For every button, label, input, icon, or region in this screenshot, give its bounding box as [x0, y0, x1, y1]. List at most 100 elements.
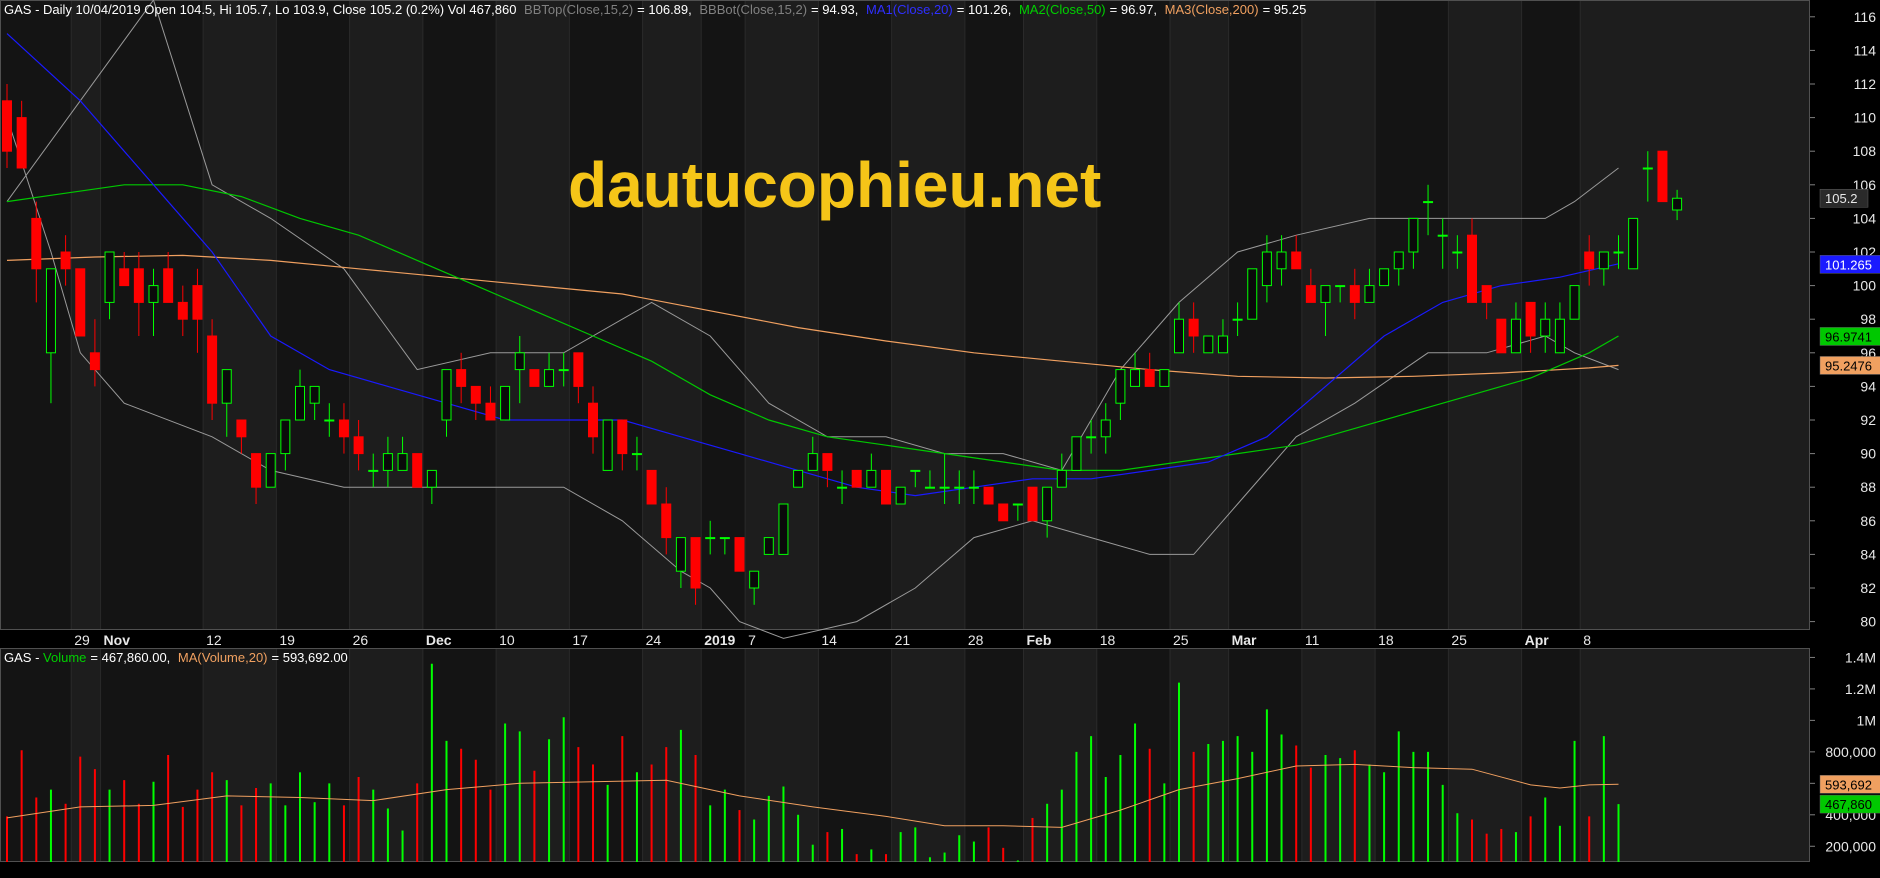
x-tick-label: 12	[206, 632, 222, 648]
candle-body	[1305, 285, 1316, 303]
candle-body	[426, 469, 437, 488]
candle-body	[236, 419, 247, 438]
price-tick-label: 84	[1860, 546, 1876, 562]
x-tick-label: 18	[1100, 632, 1116, 648]
candle-body	[544, 369, 555, 387]
value-tag-label: 467,860	[1825, 797, 1872, 812]
candle-body	[324, 419, 335, 422]
candle-body	[1598, 251, 1609, 270]
volume-value: = 467,860.00,	[90, 650, 170, 665]
ma3-label: MA3(Close,200)	[1165, 2, 1259, 17]
value-tag-label: 95.2476	[1825, 358, 1872, 373]
candle-body	[485, 402, 496, 421]
candle-body	[412, 453, 423, 488]
volume-label: Volume	[43, 650, 86, 665]
candle-body	[705, 537, 716, 540]
candle-body	[133, 268, 144, 303]
ma1-value: = 101.26,	[957, 2, 1012, 17]
candle-body	[338, 419, 349, 438]
ma2-label: MA2(Close,50)	[1019, 2, 1106, 17]
candle-body	[793, 469, 804, 488]
candle-body	[1115, 369, 1126, 404]
x-tick-label: 26	[353, 632, 369, 648]
price-tick-label: 80	[1860, 614, 1876, 630]
x-tick-label: Dec	[426, 632, 452, 648]
price-tick-label: 82	[1860, 580, 1876, 596]
panel-band	[349, 0, 423, 630]
value-tag-label: 593,692	[1825, 777, 1872, 792]
candle-body	[397, 453, 408, 471]
candle-body	[148, 285, 159, 303]
panel-band	[203, 648, 277, 862]
candle-body	[924, 486, 935, 489]
candle-body	[1335, 285, 1346, 288]
candle-body	[719, 537, 730, 540]
x-tick-label: 19	[279, 632, 295, 648]
candle-body	[89, 352, 100, 371]
candle-body	[1100, 419, 1111, 438]
x-tick-label: 29	[74, 632, 90, 648]
candle-body	[265, 453, 276, 488]
candle-body	[1056, 469, 1067, 488]
candle-body	[778, 503, 789, 555]
candle-body	[822, 453, 833, 471]
candle-body	[954, 486, 965, 489]
candle-body	[983, 486, 994, 505]
candle-body	[763, 537, 774, 555]
candle-body	[573, 352, 584, 387]
bbtop-value: = 106.89,	[637, 2, 692, 17]
candle-body	[1584, 251, 1595, 270]
price-tick-label: 90	[1860, 446, 1876, 462]
panel-band	[1301, 0, 1376, 630]
candle-body	[119, 268, 130, 287]
candle-body	[558, 369, 569, 372]
candle-body	[1467, 234, 1477, 303]
panel-band	[745, 648, 819, 862]
candle-body	[1496, 318, 1507, 354]
x-tick-label: 11	[1305, 632, 1320, 648]
candle-body	[75, 268, 86, 337]
x-tick-label: Apr	[1525, 632, 1550, 648]
candle-body	[910, 469, 921, 472]
candle-body	[1540, 318, 1551, 337]
candle-body	[1042, 486, 1053, 522]
candle-body	[2, 100, 12, 152]
candle-body	[1569, 285, 1580, 320]
panel-band	[496, 648, 570, 862]
candle-body	[1657, 150, 1668, 203]
candle-body	[31, 217, 42, 270]
x-tick-label: 28	[968, 632, 984, 648]
candle-body	[1364, 285, 1375, 303]
x-tick-label: Feb	[1027, 632, 1052, 648]
watermark: dautucophieu.net	[568, 149, 1101, 221]
candle-body	[690, 537, 701, 589]
candle-body	[1452, 251, 1463, 254]
volume-tick-label: 1.4M	[1845, 649, 1876, 665]
candle-body	[1393, 251, 1404, 270]
x-tick-label: 25	[1173, 632, 1189, 648]
candle-body	[500, 385, 511, 421]
panel-band	[1448, 648, 1522, 862]
candle-body	[602, 419, 613, 471]
price-tick-label: 92	[1860, 412, 1876, 428]
candle-body	[1261, 251, 1272, 287]
x-tick-label: Nov	[104, 632, 131, 648]
price-tick-label: 112	[1854, 76, 1877, 92]
bbbot-value: = 94.93,	[811, 2, 858, 17]
candle-body	[1291, 251, 1302, 270]
ma3-value: = 95.25	[1263, 2, 1307, 17]
candle-body	[1349, 285, 1360, 303]
panel-band	[1580, 0, 1810, 630]
x-tick-label: 17	[572, 632, 588, 648]
x-tick-label: 2019	[704, 632, 735, 648]
panel-band	[1301, 648, 1376, 862]
candle-body	[353, 436, 364, 455]
candle-body	[1672, 197, 1683, 211]
candle-body	[1012, 503, 1023, 506]
candle-body	[529, 369, 540, 387]
candle-body	[60, 251, 71, 270]
candle-body	[382, 453, 393, 471]
panel-band	[1580, 648, 1810, 862]
panel-band	[71, 648, 101, 862]
price-tick-label: 88	[1860, 479, 1876, 495]
